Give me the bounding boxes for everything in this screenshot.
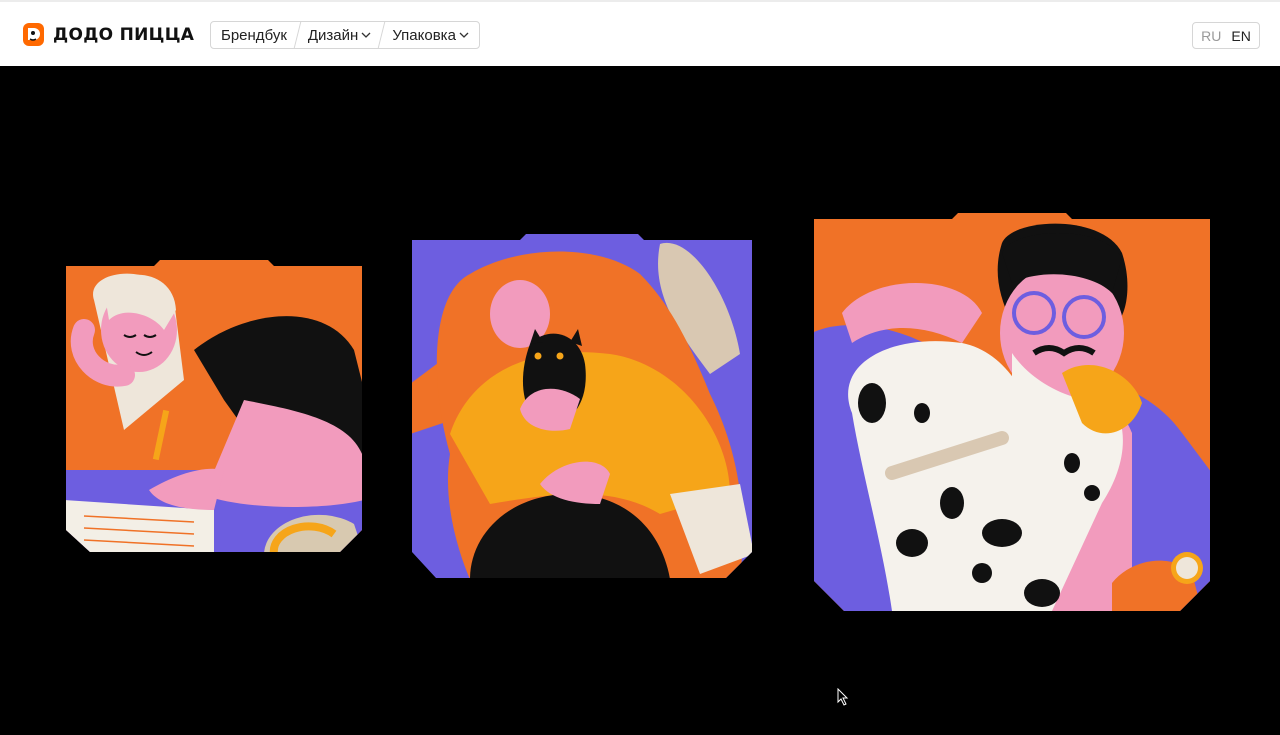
man-with-dalmatian-illustration xyxy=(814,213,1210,611)
nav-item-design[interactable]: Дизайн xyxy=(298,22,381,48)
nav-item-packaging[interactable]: Упаковка xyxy=(382,22,479,48)
nav-item-label: Дизайн xyxy=(307,26,359,44)
lang-ru-button[interactable]: RU xyxy=(1201,28,1221,44)
pizza-box-1 xyxy=(64,260,364,554)
nav-item-brandbook[interactable]: Брендбук xyxy=(211,22,297,48)
nav-item-label: Брендбук xyxy=(221,26,287,44)
brand-name: ДОДО ПИЦЦА xyxy=(53,24,195,45)
woman-with-cat-illustration xyxy=(412,234,752,578)
pizza-box-2 xyxy=(410,234,754,579)
chevron-down-icon xyxy=(361,32,371,38)
site-header: ДОДО ПИЦЦА Брендбук Дизайн Упаковка RU E… xyxy=(0,0,1280,66)
lang-en-button[interactable]: EN xyxy=(1231,28,1250,44)
dodo-logo-icon xyxy=(23,23,44,46)
girl-writing-illustration xyxy=(66,260,362,552)
pizza-box-3 xyxy=(812,213,1212,611)
chevron-down-icon xyxy=(459,32,469,38)
nav-item-label: Упаковка xyxy=(392,26,456,44)
main-nav: Брендбук Дизайн Упаковка xyxy=(210,21,480,49)
language-switcher: RU EN xyxy=(1192,22,1260,49)
mouse-cursor-icon xyxy=(837,688,849,706)
brand-logo[interactable]: ДОДО ПИЦЦА xyxy=(22,22,194,47)
